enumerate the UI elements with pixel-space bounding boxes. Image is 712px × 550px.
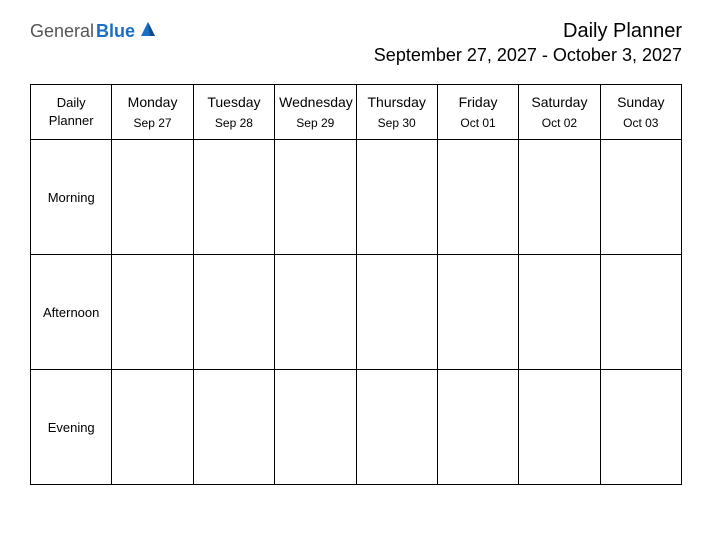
day-date: Sep 29	[279, 115, 351, 132]
planner-cell	[193, 370, 274, 485]
day-header: Tuesday Sep 28	[193, 85, 274, 140]
table-row: Evening	[31, 370, 682, 485]
date-range: September 27, 2027 - October 3, 2027	[374, 45, 682, 66]
corner-cell: Daily Planner	[31, 85, 112, 140]
day-date: Oct 03	[605, 115, 677, 132]
day-name: Saturday	[523, 93, 595, 113]
day-name: Friday	[442, 93, 514, 113]
planner-cell	[275, 370, 356, 485]
day-header: Thursday Sep 30	[356, 85, 437, 140]
table-row: Morning	[31, 140, 682, 255]
day-name: Wednesday	[279, 93, 351, 113]
day-name: Sunday	[605, 93, 677, 113]
planner-cell	[600, 370, 681, 485]
planner-cell	[193, 255, 274, 370]
planner-cell	[275, 140, 356, 255]
day-date: Oct 01	[442, 115, 514, 132]
day-header: Sunday Oct 03	[600, 85, 681, 140]
planner-cell	[112, 255, 193, 370]
day-name: Monday	[116, 93, 188, 113]
planner-cell	[600, 140, 681, 255]
planner-cell	[275, 255, 356, 370]
planner-cell	[437, 370, 518, 485]
planner-cell	[437, 140, 518, 255]
planner-cell	[356, 255, 437, 370]
planner-cell	[437, 255, 518, 370]
header: GeneralBlue Daily Planner September 27, …	[30, 20, 682, 66]
day-name: Tuesday	[198, 93, 270, 113]
day-name: Thursday	[361, 93, 433, 113]
planner-table: Daily Planner Monday Sep 27 Tuesday Sep 28…	[30, 84, 682, 485]
planner-cell	[519, 140, 600, 255]
planner-cell	[112, 370, 193, 485]
planner-cell	[112, 140, 193, 255]
table-row: Afternoon	[31, 255, 682, 370]
triangle-icon	[139, 20, 157, 43]
planner-cell	[356, 370, 437, 485]
day-header: Friday Oct 01	[437, 85, 518, 140]
title-block: Daily Planner September 27, 2027 - Octob…	[374, 20, 682, 66]
planner-cell	[600, 255, 681, 370]
day-header: Wednesday Sep 29	[275, 85, 356, 140]
period-label: Afternoon	[31, 255, 112, 370]
day-header: Monday Sep 27	[112, 85, 193, 140]
period-label: Morning	[31, 140, 112, 255]
day-date: Sep 28	[198, 115, 270, 132]
day-date: Sep 27	[116, 115, 188, 132]
brand-logo: GeneralBlue	[30, 20, 157, 43]
planner-cell	[519, 370, 600, 485]
brand-word-2: Blue	[96, 21, 135, 42]
page-title: Daily Planner	[374, 20, 682, 43]
period-label: Evening	[31, 370, 112, 485]
planner-cell	[193, 140, 274, 255]
day-header: Saturday Oct 02	[519, 85, 600, 140]
day-date: Oct 02	[523, 115, 595, 132]
brand-word-1: General	[30, 21, 94, 42]
day-date: Sep 30	[361, 115, 433, 132]
planner-cell	[519, 255, 600, 370]
planner-cell	[356, 140, 437, 255]
